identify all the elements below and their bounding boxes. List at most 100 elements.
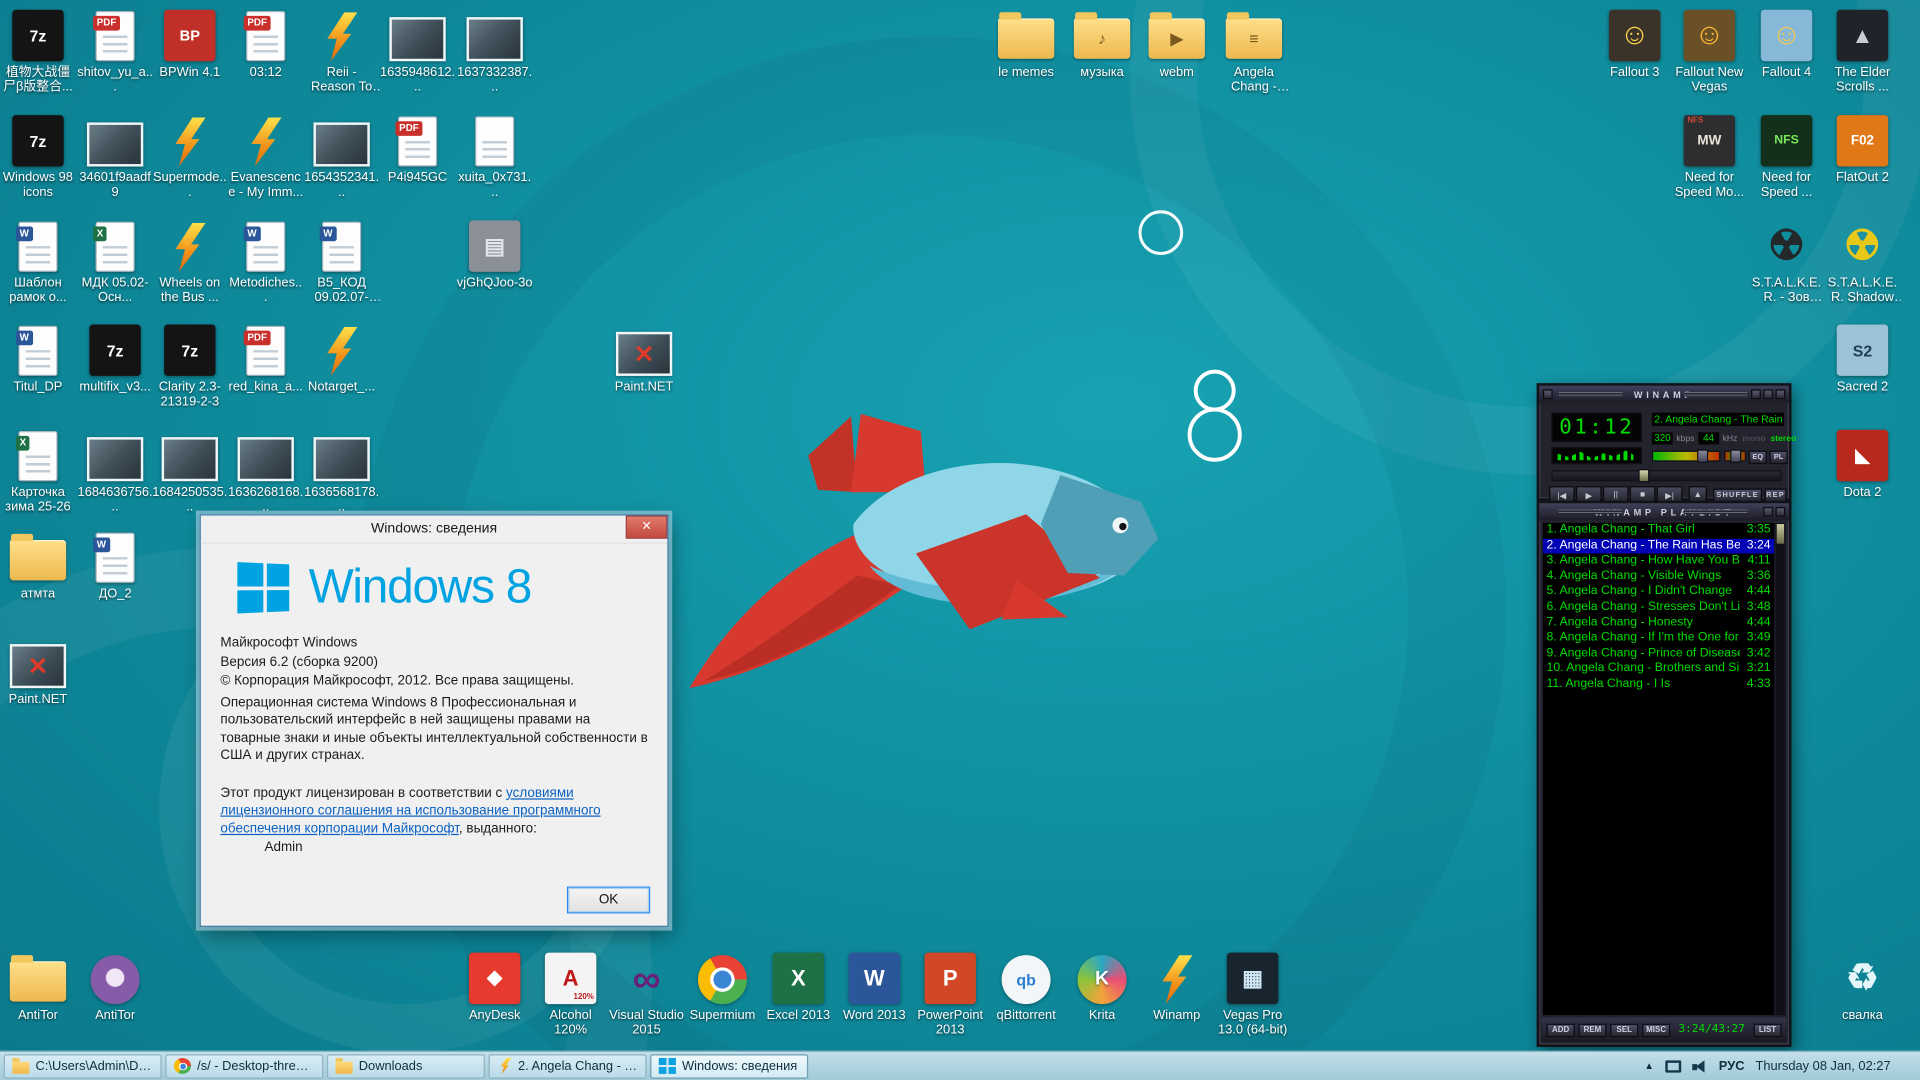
desktop-icon[interactable]: PPowerPoint 2013 bbox=[912, 950, 988, 1048]
balance-slider[interactable] bbox=[1724, 451, 1746, 462]
dialog-titlebar[interactable]: Windows: сведения ✕ bbox=[201, 516, 668, 544]
equalizer-button[interactable]: EQ bbox=[1749, 451, 1767, 464]
desktop-icon[interactable]: le memes bbox=[988, 7, 1064, 105]
desktop-icon[interactable]: атмта bbox=[0, 529, 76, 627]
desktop-icon[interactable]: ☢S.T.A.L.K.E.R. Shadow of ... bbox=[1824, 218, 1900, 316]
desktop-icon[interactable]: 1636268168... bbox=[228, 427, 304, 525]
desktop-icon[interactable]: 1637332387... bbox=[457, 7, 533, 105]
desktop-icon[interactable]: 1684636756... bbox=[77, 427, 153, 525]
desktop-icon[interactable]: 1654352341... bbox=[304, 113, 380, 211]
desktop-icon[interactable]: PDFred_kina_a... bbox=[228, 322, 304, 420]
track-title-marquee[interactable]: 2. Angela Chang - The Rain bbox=[1652, 413, 1784, 426]
desktop-icon[interactable]: ✕Paint.NET bbox=[606, 322, 682, 420]
desktop-icon[interactable]: Winamp bbox=[1139, 950, 1215, 1048]
taskbar-item[interactable]: C:\Users\Admin\Des... bbox=[4, 1054, 162, 1078]
desktop-icon[interactable]: 7zClarity 2.3-21319-2-3 bbox=[152, 322, 228, 420]
playlist-track[interactable]: 10. Angela Chang - Brothers and Sist...3… bbox=[1543, 662, 1774, 677]
desktop-icon[interactable]: 1635948612... bbox=[380, 7, 456, 105]
winamp-menu-icon[interactable] bbox=[1543, 389, 1553, 399]
shade-icon[interactable] bbox=[1763, 389, 1773, 399]
desktop-icon[interactable]: PDFshitov_yu_a... bbox=[77, 7, 153, 105]
misc-button[interactable]: MISC bbox=[1642, 1023, 1670, 1036]
desktop-icon[interactable]: ▤vjGhQJoo-3o bbox=[457, 218, 533, 316]
taskbar-item[interactable]: Windows: сведения bbox=[650, 1054, 808, 1078]
desktop-icon[interactable]: NFSMWNeed for Speed Mo... bbox=[1671, 113, 1747, 211]
desktop-icon[interactable]: AntiTor bbox=[77, 950, 153, 1048]
desktop-icon[interactable]: ▲The Elder Scrolls ... bbox=[1824, 7, 1900, 105]
desktop-icon[interactable]: 7zWindows 98 icons bbox=[0, 113, 76, 211]
desktop-icon[interactable]: XExcel 2013 bbox=[760, 950, 836, 1048]
seek-bar[interactable] bbox=[1551, 470, 1781, 481]
playlist-track[interactable]: 1. Angela Chang - That Girl3:35 bbox=[1543, 523, 1774, 538]
desktop-icon[interactable]: 1636568178... bbox=[304, 427, 380, 525]
desktop-icon[interactable]: ✕Paint.NET bbox=[0, 634, 76, 732]
desktop-icon[interactable]: ≡Angela Chang - Vis... bbox=[1216, 7, 1292, 105]
playlist-scrollbar[interactable] bbox=[1776, 523, 1786, 1015]
playlist-track[interactable]: 7. Angela Chang - Honesty4:44 bbox=[1543, 615, 1774, 630]
desktop-icon[interactable]: Supermium bbox=[684, 950, 760, 1048]
desktop-icon[interactable]: WTitul_DP bbox=[0, 322, 76, 420]
network-icon[interactable] bbox=[1665, 1060, 1681, 1072]
ok-button[interactable]: OK bbox=[567, 887, 650, 914]
desktop-icon[interactable]: XМДК 05.02-Осн... bbox=[77, 218, 153, 316]
desktop-icon[interactable]: F02FlatOut 2 bbox=[1824, 113, 1900, 211]
desktop-icon[interactable]: Notarget_... bbox=[304, 322, 380, 420]
desktop-icon[interactable]: ☺Fallout New Vegas bbox=[1671, 7, 1747, 105]
playlist-track[interactable]: 5. Angela Chang - I Didn't Change4:44 bbox=[1543, 585, 1774, 600]
shade-icon[interactable] bbox=[1763, 507, 1773, 517]
taskbar-item[interactable]: 2. Angela Chang - T... bbox=[489, 1054, 647, 1078]
desktop-icon[interactable]: PDFP4i945GC bbox=[380, 113, 456, 211]
desktop-icon[interactable]: Reii - Reason To Exist (Ori... bbox=[304, 7, 380, 105]
desktop-icon[interactable]: ▶webm bbox=[1139, 7, 1215, 105]
taskbar-item[interactable]: Downloads bbox=[327, 1054, 485, 1078]
desktop-icon[interactable]: 120%AAlcohol 120% bbox=[533, 950, 609, 1048]
desktop-icon[interactable]: WШаблон рамок о... bbox=[0, 218, 76, 316]
desktop-icon[interactable]: ▦Vegas Pro 13.0 (64-bit) bbox=[1215, 950, 1291, 1048]
playlist-track[interactable]: 8. Angela Chang - If I'm the One for Y..… bbox=[1543, 631, 1774, 646]
language-indicator[interactable]: РУС bbox=[1719, 1059, 1745, 1074]
winamp-titlebar[interactable]: WINAMP bbox=[1539, 386, 1789, 403]
desktop-icon[interactable]: Krita bbox=[1064, 950, 1140, 1048]
desktop-icon[interactable]: Evanescence - My Imm... bbox=[228, 113, 304, 211]
desktop-icon[interactable]: ∞Visual Studio 2015 bbox=[609, 950, 685, 1048]
clock[interactable]: Thursday 08 Jan, 02:27 bbox=[1756, 1059, 1891, 1074]
desktop-icon[interactable]: ◆AnyDesk bbox=[457, 950, 533, 1048]
playlist-track[interactable]: 11. Angela Chang - I Is4:33 bbox=[1543, 677, 1774, 692]
volume-slider[interactable] bbox=[1652, 451, 1721, 462]
sel-button[interactable]: SEL bbox=[1610, 1023, 1638, 1036]
close-icon[interactable] bbox=[1776, 507, 1786, 517]
desktop-icon[interactable]: XКарточка зима 25-26 bbox=[0, 427, 76, 525]
desktop-icon[interactable]: Wheels on the Bus ... bbox=[152, 218, 228, 316]
desktop-icon[interactable]: 7z植物大战僵尸β版整合... bbox=[0, 7, 76, 105]
desktop-icon[interactable]: ☺Fallout 4 bbox=[1749, 7, 1825, 105]
desktop-icon[interactable]: BPBPWin 4.1 bbox=[152, 7, 228, 105]
desktop-icon[interactable]: WДО_2 bbox=[77, 529, 153, 627]
desktop-icon[interactable]: WB5_КОД 09.02.07-5-... bbox=[304, 218, 380, 316]
playlist-track[interactable]: 9. Angela Chang - Prince of Disease3:42 bbox=[1543, 646, 1774, 661]
minimize-icon[interactable] bbox=[1751, 389, 1761, 399]
playlist-track[interactable]: 4. Angela Chang - Visible Wings3:36 bbox=[1543, 569, 1774, 584]
playlist-track[interactable]: 3. Angela Chang - How Have You Be...4:11 bbox=[1543, 554, 1774, 569]
visualizer[interactable] bbox=[1551, 447, 1642, 464]
desktop-icon[interactable]: NFSNeed for Speed ... bbox=[1749, 113, 1825, 211]
playlist-track[interactable]: 2. Angela Chang - The Rain Has Bee...3:2… bbox=[1543, 538, 1774, 553]
desktop-icon[interactable]: qbqBittorrent bbox=[988, 950, 1064, 1048]
desktop-icon[interactable]: PDF03:12 bbox=[228, 7, 304, 105]
desktop-icon[interactable]: 7zmultifix_v3... bbox=[77, 322, 153, 420]
desktop-icon[interactable]: 1684250535... bbox=[152, 427, 228, 525]
desktop-icon[interactable]: ☺Fallout 3 bbox=[1597, 7, 1673, 105]
rem-button[interactable]: REM bbox=[1578, 1023, 1606, 1036]
desktop-icon[interactable]: ☢S.T.A.L.K.E.R. - Зов При... bbox=[1749, 218, 1825, 316]
desktop-icon[interactable]: ◣Dota 2 bbox=[1824, 427, 1900, 525]
taskbar-item[interactable]: /s/ - Desktop-thread ... bbox=[165, 1054, 323, 1078]
desktop-icon[interactable]: S2Sacred 2 bbox=[1824, 322, 1900, 420]
desktop-icon[interactable]: Supermode... bbox=[152, 113, 228, 211]
playlist-track[interactable]: 6. Angela Chang - Stresses Don't Lis...3… bbox=[1543, 600, 1774, 615]
close-icon[interactable] bbox=[1776, 389, 1786, 399]
playlist-titlebar[interactable]: WINAMP PLAYLIST bbox=[1539, 503, 1789, 520]
desktop-icon[interactable]: ♪музыка bbox=[1064, 7, 1140, 105]
list-button[interactable]: LIST bbox=[1753, 1023, 1781, 1036]
tray-expand-icon[interactable]: ▲ bbox=[1644, 1060, 1654, 1071]
add-button[interactable]: ADD bbox=[1547, 1023, 1575, 1036]
close-button[interactable]: ✕ bbox=[626, 516, 668, 539]
